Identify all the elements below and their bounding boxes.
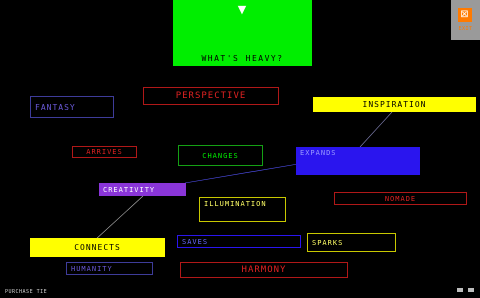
- dropdown-arrow-icon[interactable]: ▼: [173, 3, 312, 16]
- word-harmony[interactable]: HARMONY: [180, 262, 348, 278]
- word-connects[interactable]: CONNECTS: [30, 238, 165, 257]
- word-label: CREATIVITY: [103, 185, 156, 194]
- word-label: PERSPECTIVE: [175, 91, 247, 101]
- word-label: CONNECTS: [74, 243, 121, 252]
- word-expands[interactable]: EXPANDS: [296, 147, 420, 175]
- prompt-question: WHAT'S HEAVY?: [201, 54, 284, 63]
- connection-line-expands-inspiration: [359, 111, 393, 148]
- word-nomade[interactable]: NOMADE: [334, 192, 467, 205]
- word-label: ARRIVES: [86, 148, 123, 156]
- word-creativity[interactable]: CREATIVITY: [99, 183, 186, 196]
- word-label: SPARKS: [312, 238, 344, 247]
- footer-controls: [457, 288, 474, 292]
- word-label: CHANGES: [202, 151, 239, 160]
- word-changes[interactable]: CHANGES: [178, 145, 263, 166]
- purchase-link[interactable]: PURCHASE TIE: [5, 289, 47, 295]
- fullscreen-icon[interactable]: [457, 288, 463, 292]
- word-label: INSPIRATION: [362, 100, 427, 109]
- prompt-panel[interactable]: ▼ WHAT'S HEAVY?: [173, 0, 312, 66]
- word-illumination[interactable]: ILLUMINATION: [199, 197, 286, 222]
- word-inspiration[interactable]: INSPIRATION: [313, 97, 476, 112]
- word-label: EXPANDS: [300, 149, 337, 157]
- exit-label: EXIT: [458, 26, 473, 32]
- word-perspective[interactable]: PERSPECTIVE: [143, 87, 279, 105]
- exit-icon: ⊠: [458, 8, 472, 22]
- word-saves[interactable]: SAVES: [177, 235, 301, 248]
- word-humanity[interactable]: HUMANITY: [66, 262, 153, 275]
- word-label: NOMADE: [384, 194, 417, 203]
- connection-line-creativity-connects: [94, 195, 144, 241]
- word-fantasy[interactable]: FANTASY: [30, 96, 114, 118]
- sound-icon[interactable]: [468, 288, 474, 292]
- word-sparks[interactable]: SPARKS: [307, 233, 396, 252]
- word-label: ILLUMINATION: [204, 200, 267, 208]
- word-label: FANTASY: [35, 102, 76, 112]
- word-label: SAVES: [182, 237, 209, 246]
- word-label: HARMONY: [241, 265, 287, 275]
- exit-button[interactable]: ⊠ EXIT: [451, 0, 480, 40]
- word-arrives[interactable]: ARRIVES: [72, 146, 137, 158]
- word-label: HUMANITY: [71, 264, 113, 273]
- connection-line-creativity-expands: [184, 163, 299, 184]
